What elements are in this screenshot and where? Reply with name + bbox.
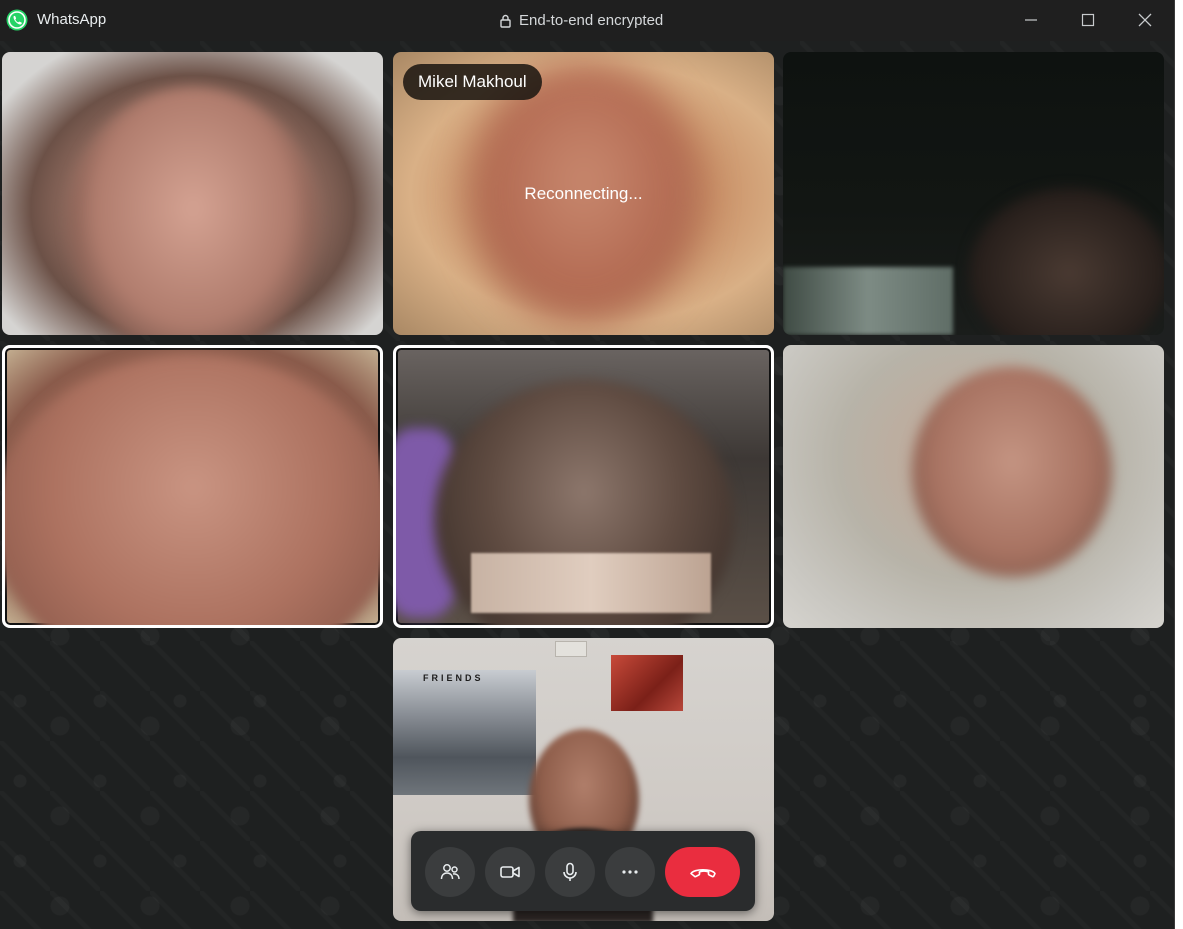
maximize-icon: [1081, 13, 1095, 27]
pixelated-region: [471, 553, 711, 613]
whatsapp-call-window: WhatsApp End-to-end encrypted Mikel Makh…: [0, 0, 1175, 929]
reconnecting-status: Reconnecting...: [524, 184, 643, 203]
encryption-label: End-to-end encrypted: [519, 12, 664, 29]
end-call-button[interactable]: [665, 847, 740, 897]
participant-tile-selected[interactable]: [393, 345, 774, 628]
participant-tile[interactable]: [2, 52, 383, 335]
participant-tile[interactable]: Mikel Makhoul Reconnecting...: [393, 52, 774, 335]
participant-video: [968, 187, 1164, 335]
video-toggle-button[interactable]: [485, 847, 535, 897]
participant-video: [5, 354, 380, 625]
participants-button[interactable]: [425, 847, 475, 897]
title-bar: WhatsApp End-to-end encrypted: [0, 0, 1174, 41]
whatsapp-logo-icon: [6, 9, 28, 31]
wall-poster-text: FRIENDS: [423, 673, 484, 683]
participant-video: [67, 86, 318, 335]
mute-button[interactable]: [545, 847, 595, 897]
more-options-button[interactable]: [605, 847, 655, 897]
participant-tile-selected[interactable]: [2, 345, 383, 628]
participant-name: Mikel Makhoul: [403, 64, 542, 100]
minimize-button[interactable]: [1003, 0, 1059, 40]
maximize-button[interactable]: [1060, 0, 1116, 40]
video-camera-icon: [500, 866, 520, 878]
close-button[interactable]: [1117, 0, 1173, 40]
participant-tile[interactable]: [783, 52, 1164, 335]
participant-video: [911, 367, 1112, 578]
app-title: WhatsApp: [37, 11, 107, 28]
minimize-icon: [1025, 19, 1037, 21]
call-controls-bar: [411, 831, 755, 911]
microphone-icon: [563, 862, 577, 881]
phone-hangup-icon: [689, 868, 716, 878]
lock-icon: [500, 14, 511, 28]
wall-item: [555, 641, 587, 657]
background-object: [783, 267, 953, 335]
wall-poster-red: [611, 655, 683, 711]
people-icon: [440, 864, 460, 880]
more-horizontal-icon: [622, 870, 638, 874]
wall-poster: FRIENDS: [393, 670, 536, 795]
encryption-status: End-to-end encrypted: [500, 12, 663, 29]
participant-tile[interactable]: [783, 345, 1164, 628]
close-icon: [1138, 13, 1152, 27]
